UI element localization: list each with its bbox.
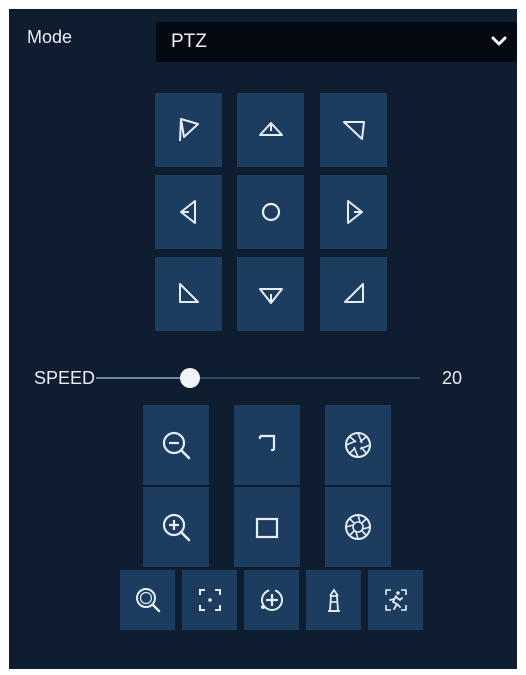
light-button[interactable]	[306, 570, 361, 630]
pan-up-right-button[interactable]	[320, 93, 387, 167]
pan-right-button[interactable]	[320, 175, 387, 249]
zoom-out-button[interactable]	[143, 405, 209, 485]
zoom-3d-icon	[135, 588, 160, 613]
iris-close-button[interactable]	[325, 405, 391, 485]
preset-button[interactable]	[244, 570, 299, 630]
zoom-out-icon	[162, 431, 191, 460]
zoom-in-icon	[162, 513, 191, 542]
home-center-button[interactable]	[237, 175, 304, 249]
iris-open-button[interactable]	[325, 487, 391, 567]
running-person-icon	[384, 589, 407, 611]
speed-value: 20	[442, 368, 463, 388]
aperture-icon	[345, 514, 371, 540]
arrow-up-right-icon	[342, 121, 365, 140]
focus-near-button[interactable]	[234, 405, 300, 485]
crosshair-frame-icon	[198, 589, 221, 611]
pan-down-left-button[interactable]	[155, 257, 222, 331]
target-icon	[260, 589, 283, 611]
arrow-left-icon	[179, 200, 196, 224]
lighthouse-icon	[327, 588, 340, 612]
zoom-in-button[interactable]	[143, 487, 209, 567]
chevron-down-icon	[491, 36, 507, 46]
pan-down-right-button[interactable]	[320, 257, 387, 331]
speed-label: SPEED	[34, 368, 96, 388]
focus-far-icon	[255, 517, 279, 539]
mode-label: Mode	[27, 27, 73, 47]
pan-up-left-button[interactable]	[155, 93, 222, 167]
tilt-up-button[interactable]	[237, 93, 304, 167]
pan-left-button[interactable]	[155, 175, 222, 249]
focus-near-icon	[258, 434, 276, 452]
speed-slider-fill	[96, 377, 190, 379]
arrow-right-icon	[346, 200, 363, 224]
arrow-up-left-icon	[178, 118, 199, 142]
arrow-down-right-icon	[343, 283, 364, 303]
arrow-up-icon	[258, 122, 283, 136]
arrow-down-left-icon	[178, 283, 199, 303]
mode-select[interactable]: PTZ	[156, 22, 517, 62]
tilt-down-button[interactable]	[237, 257, 304, 331]
aperture-icon	[345, 432, 371, 458]
arrow-down-icon	[258, 288, 283, 304]
zoom-3d-button[interactable]	[120, 570, 175, 630]
circle-center-icon	[261, 202, 280, 222]
auto-tracking-button[interactable]	[368, 570, 423, 630]
speed-slider-thumb[interactable]	[179, 368, 200, 388]
mode-select-value: PTZ	[171, 31, 207, 52]
focus-far-button[interactable]	[234, 487, 300, 567]
center-position-button[interactable]	[182, 570, 237, 630]
